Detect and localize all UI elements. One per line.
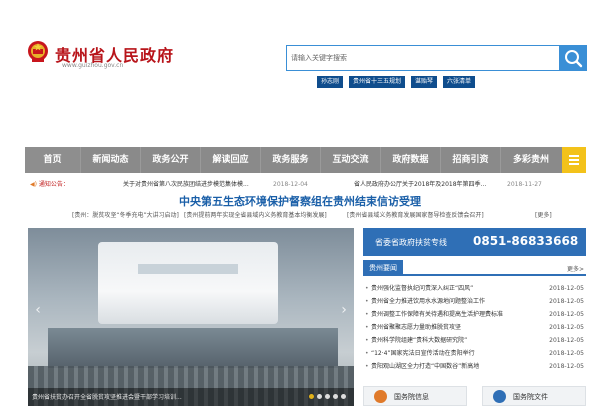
sub-link[interactable]: [贵州提前两年实现全省县域内义务教育基本均衡发展] bbox=[184, 210, 327, 219]
news-item[interactable]: • 贵阳观山湖区全力打造“中国数谷”新高地 2018-12-05 bbox=[363, 360, 586, 373]
poverty-hotline-banner[interactable]: 省委省政府扶贫专线 0851-86833668 bbox=[363, 228, 586, 256]
news-list: • 贵州强化监督执纪问责深入纠正“四风” 2018-12-05 • 贵州省全力推进饮用… bbox=[363, 282, 586, 373]
slider-dot[interactable] bbox=[317, 394, 322, 399]
nav-item-interpretation[interactable]: 解读回应 bbox=[201, 147, 261, 173]
sub-link[interactable]: [贵州省县域义务教育发展国家督导检查反馈会召开] bbox=[347, 210, 484, 219]
tab-guizhou-news[interactable]: 贵州要闻 bbox=[363, 260, 403, 276]
nav-item-colorful-guizhou[interactable]: 多彩贵州 bbox=[501, 147, 561, 173]
notice-label: ◀) 通知公告： bbox=[30, 181, 69, 188]
news-item[interactable]: • 贵州强化监督执纪问责深入纠正“四风” 2018-12-05 bbox=[363, 282, 586, 295]
nav-item-services[interactable]: 政务服务 bbox=[261, 147, 321, 173]
document-icon bbox=[374, 390, 387, 403]
hero-caption-bar: 贵州省扶贫办召开全省脱贫攻坚推进会暨干部学习培训... bbox=[28, 388, 354, 406]
sub-link-more[interactable]: [更多] bbox=[535, 210, 552, 219]
notice-date: 2018-11-27 bbox=[507, 181, 542, 188]
hero-caption[interactable]: 贵州省扶贫办召开全省脱贫攻坚推进会暨干部学习培训... bbox=[32, 392, 272, 401]
prev-arrow-icon[interactable]: ‹ bbox=[32, 300, 44, 320]
slider-dot[interactable] bbox=[309, 394, 314, 399]
menu-icon[interactable] bbox=[562, 147, 586, 173]
hot-tag[interactable]: 谌贻琴 bbox=[411, 76, 438, 88]
main-nav: 首页 新闻动态 政务公开 解读回应 政务服务 互动交流 政府数据 招商引资 多彩… bbox=[25, 147, 586, 173]
search-icon bbox=[565, 50, 583, 68]
news-more-link[interactable]: 更多> bbox=[567, 264, 584, 273]
state-council-info-button[interactable]: 国务院信息 bbox=[363, 386, 467, 406]
nav-item-news[interactable]: 新闻动态 bbox=[81, 147, 141, 173]
notice-bar: ◀) 通知公告： 关于对贵州省第八次民族团结进步模范集体模... 2018-12… bbox=[25, 179, 586, 191]
notice-date: 2018-12-04 bbox=[273, 181, 308, 188]
notice-item[interactable]: 关于对贵州省第八次民族团结进步模范集体模... bbox=[123, 179, 249, 191]
hotline-label: 省委省政府扶贫专线 bbox=[375, 238, 447, 247]
nav-item-interaction[interactable]: 互动交流 bbox=[321, 147, 381, 173]
nav-item-home[interactable]: 首页 bbox=[25, 147, 81, 173]
news-item[interactable]: • 贵州省聚聚志愿力量助推脱贫攻坚 2018-12-05 bbox=[363, 321, 586, 334]
site-url: www.guizhou.gov.cn bbox=[62, 62, 124, 69]
nav-item-data[interactable]: 政府数据 bbox=[381, 147, 441, 173]
news-header: 贵州要闻 更多> bbox=[363, 260, 586, 276]
sub-link[interactable]: [贵州：脱贫攻坚“冬季充电”大讲习启动] bbox=[72, 210, 179, 219]
search-button[interactable] bbox=[559, 45, 587, 71]
site-header: 贵州省人民政府 www.guizhou.gov.cn 孙志刚 贵州省十三五规划 … bbox=[0, 0, 600, 145]
news-item[interactable]: • 贵州调整工作保障有关待遇和提高生活护理费标准 2018-12-05 bbox=[363, 308, 586, 321]
hot-tags: 孙志刚 贵州省十三五规划 谌贻琴 六张清单 bbox=[317, 76, 476, 88]
slider-dot[interactable] bbox=[341, 394, 346, 399]
national-emblem-icon[interactable] bbox=[27, 40, 49, 64]
slider-dots bbox=[309, 394, 346, 399]
slider-dot[interactable] bbox=[333, 394, 338, 399]
state-council-files-button[interactable]: 国务院文件 bbox=[482, 386, 586, 406]
slider-dot[interactable] bbox=[325, 394, 330, 399]
news-item[interactable]: • “12·4”国家宪法日宣传活动在贵阳举行 2018-12-05 bbox=[363, 347, 586, 360]
nav-item-investment[interactable]: 招商引资 bbox=[441, 147, 501, 173]
search-box bbox=[286, 45, 587, 71]
hot-tag[interactable]: 贵州省十三五规划 bbox=[349, 76, 406, 88]
hero-slider[interactable]: ‹ › 贵州省扶贫办召开全省脱贫攻坚推进会暨干部学习培训... bbox=[28, 228, 354, 406]
notice-item[interactable]: 省人民政府办公厅关于2018年及2018年第四季... bbox=[354, 179, 486, 191]
hot-tag[interactable]: 六张清单 bbox=[443, 76, 476, 88]
hot-tag[interactable]: 孙志刚 bbox=[317, 76, 344, 88]
headline[interactable]: 中央第五生态环境保护督察组在贵州结束信访受理 bbox=[0, 193, 600, 209]
hero-image bbox=[98, 242, 278, 324]
nav-item-open-government[interactable]: 政务公开 bbox=[141, 147, 201, 173]
next-arrow-icon[interactable]: › bbox=[338, 300, 350, 320]
search-input[interactable] bbox=[291, 49, 551, 67]
news-item[interactable]: • 贵州科学院组建“贵科大数据研究院” 2018-12-05 bbox=[363, 334, 586, 347]
speaker-icon: ◀) bbox=[30, 181, 37, 188]
sub-links: [贵州：脱贫攻坚“冬季充电”大讲习启动] [贵州提前两年实现全省县域内义务教育基… bbox=[45, 210, 585, 220]
hotline-number: 0851-86833668 bbox=[473, 234, 579, 248]
news-item[interactable]: • 贵州省全力推进饮用水水源地问题整治工作 2018-12-05 bbox=[363, 295, 586, 308]
file-icon bbox=[493, 390, 506, 403]
